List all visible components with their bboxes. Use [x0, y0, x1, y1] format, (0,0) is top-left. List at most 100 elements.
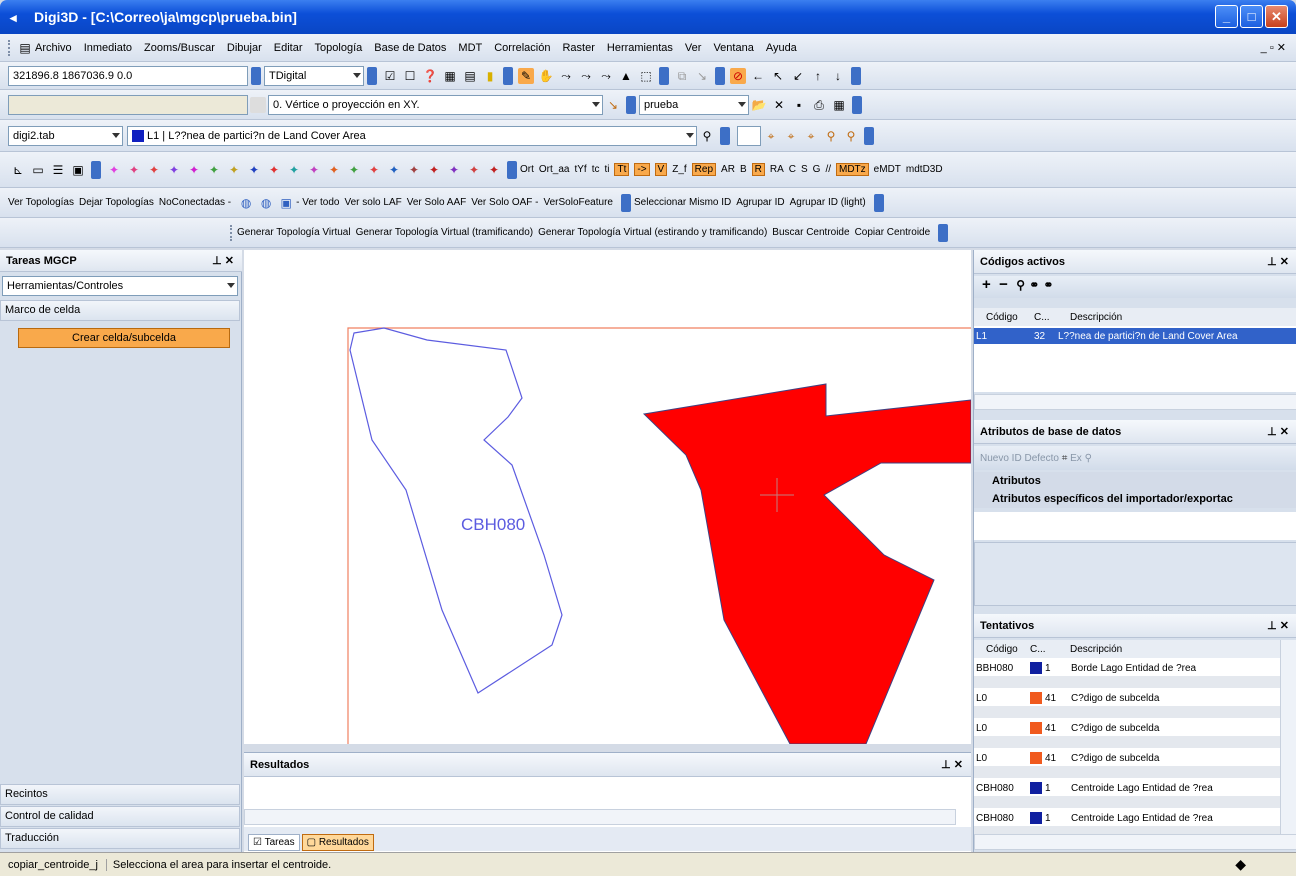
- menu-item-3[interactable]: Dibujar: [227, 42, 262, 54]
- cancel-icon[interactable]: ⊘: [730, 67, 746, 84]
- tentativos-pin-close-icon[interactable]: ⊥ ✕: [1267, 619, 1289, 632]
- arrow-up-icon[interactable]: ↑: [810, 68, 826, 84]
- tb6-button-2[interactable]: Generar Topología Virtual (estirando y t…: [538, 227, 767, 238]
- defecto-button[interactable]: Defecto: [1024, 453, 1058, 464]
- print-icon[interactable]: ⎙: [811, 97, 827, 113]
- table-select[interactable]: digi2.tab: [8, 125, 123, 146]
- close-button[interactable]: ✕: [1265, 5, 1288, 28]
- globe-icon[interactable]: ◍: [238, 195, 254, 211]
- tool-b-icon[interactable]: ⌖: [783, 128, 799, 144]
- tb4-button-17[interactable]: //: [825, 164, 831, 175]
- ex-button[interactable]: Ex: [1070, 453, 1082, 464]
- status-field[interactable]: [8, 94, 248, 115]
- map-svg[interactable]: CBH080: [244, 250, 971, 744]
- globe2-icon[interactable]: ◍: [258, 195, 274, 211]
- drawing-canvas[interactable]: CBH080: [244, 250, 971, 744]
- tb5-button-0[interactable]: Ver Topologías: [8, 197, 74, 208]
- edit-tool-icon-8[interactable]: ✦: [266, 162, 282, 178]
- section-marco-celda[interactable]: Marco de celda: [0, 300, 240, 321]
- properties-icon[interactable]: ▦: [442, 68, 458, 84]
- tb5-button-2[interactable]: NoConectadas -: [159, 197, 231, 208]
- tb5-button-9[interactable]: Agrupar ID: [736, 197, 784, 208]
- terrain-icon[interactable]: ▲: [618, 68, 634, 84]
- tb4-button-12[interactable]: R: [751, 163, 765, 176]
- tb4-button-5[interactable]: Tt: [614, 163, 630, 176]
- tb4-button-7[interactable]: V: [654, 163, 668, 176]
- line-tool-icon[interactable]: ↘: [694, 68, 710, 84]
- menu-item-7[interactable]: MDT: [458, 42, 482, 54]
- tentativo-row[interactable]: CBH080 1 Centroide Lago Entidad de ?rea: [974, 810, 1280, 826]
- menu-item-0[interactable]: Archivo: [35, 42, 72, 54]
- tentativo-row[interactable]: L0 41 C?digo de subcelda: [974, 690, 1280, 706]
- axis-icon[interactable]: ⊾: [10, 162, 26, 178]
- menu-item-13[interactable]: Ayuda: [766, 42, 797, 54]
- tool-a-icon[interactable]: ⌖: [763, 128, 779, 144]
- arrow-upleft-icon[interactable]: ↖: [770, 68, 786, 84]
- tentativos-hscroll[interactable]: [974, 834, 1296, 850]
- snap-arrow-icon[interactable]: ↘: [605, 97, 621, 113]
- section-control-calidad[interactable]: Control de calidad: [0, 806, 240, 827]
- tb4-button-14[interactable]: C: [789, 164, 796, 175]
- edit-tool-icon-0[interactable]: ✦: [106, 162, 122, 178]
- menu-item-1[interactable]: Inmediato: [84, 42, 132, 54]
- atributos-pin-close-icon[interactable]: ⊥ ✕: [1267, 425, 1289, 438]
- window-icon[interactable]: ▭: [30, 162, 46, 178]
- small-input[interactable]: [737, 125, 761, 146]
- snap-c-icon[interactable]: ⤳: [598, 68, 614, 84]
- menu-item-11[interactable]: Ver: [685, 42, 702, 54]
- menu-item-10[interactable]: Herramientas: [607, 42, 673, 54]
- file-select[interactable]: prueba: [639, 94, 749, 115]
- tb4-button-6[interactable]: ->: [634, 163, 650, 176]
- tb5-button-4[interactable]: Ver solo LAF: [344, 197, 401, 208]
- minimize-button[interactable]: _: [1215, 5, 1238, 28]
- open-folder-icon[interactable]: 📂: [751, 97, 767, 113]
- red-area-polygon[interactable]: [642, 383, 971, 744]
- atributos-especificos-row[interactable]: Atributos específicos del importador/exp…: [974, 490, 1296, 508]
- list-icon[interactable]: ☰: [50, 162, 66, 178]
- tab-tareas[interactable]: ☑ Tareas: [248, 834, 300, 851]
- edit-tool-icon-10[interactable]: ✦: [306, 162, 322, 178]
- edit-tool-icon-18[interactable]: ✦: [466, 162, 482, 178]
- binoculars-icon[interactable]: ⚲: [699, 128, 715, 144]
- codigos-pin-close-icon[interactable]: ⊥ ✕: [1267, 255, 1289, 268]
- find-icon[interactable]: ⚲: [1016, 278, 1025, 292]
- tb6-button-1[interactable]: Generar Topología Virtual (tramificando): [356, 227, 534, 238]
- edit-tool-icon-17[interactable]: ✦: [446, 162, 462, 178]
- codigo-row[interactable]: L1 32 L??nea de partici?n de Land Cover …: [974, 328, 1296, 344]
- codigos-hscroll[interactable]: [974, 394, 1296, 410]
- pin-close-icon[interactable]: ⊥ ✕: [212, 254, 234, 267]
- edit-tool-icon-2[interactable]: ✦: [146, 162, 162, 178]
- tb6-button-4[interactable]: Copiar Centroide: [855, 227, 931, 238]
- tb4-button-8[interactable]: Z_f: [672, 164, 686, 175]
- zoom-window-icon[interactable]: ⬚: [638, 68, 654, 84]
- square-icon[interactable]: ☐: [402, 68, 418, 84]
- edit-tool-icon-12[interactable]: ✦: [346, 162, 362, 178]
- snap-mode-select[interactable]: 0. Vértice o proyección en XY.: [268, 94, 603, 115]
- edit-tool-icon-19[interactable]: ✦: [486, 162, 502, 178]
- bar-icon[interactable]: ▮: [482, 68, 498, 84]
- edit-tool-icon-1[interactable]: ✦: [126, 162, 142, 178]
- save-icon[interactable]: ▪: [791, 97, 807, 113]
- tb4-button-11[interactable]: B: [740, 164, 747, 175]
- menu-item-2[interactable]: Zooms/Buscar: [144, 42, 215, 54]
- tb4-button-10[interactable]: AR: [721, 164, 735, 175]
- search-icon[interactable]: ⚲: [1085, 453, 1092, 464]
- grid-icon[interactable]: ▤: [462, 68, 478, 84]
- unlink-icon[interactable]: ⚭: [1043, 278, 1053, 292]
- coords-field[interactable]: 321896.8 1867036.9 0.0: [8, 65, 248, 86]
- tb4-button-2[interactable]: tYf: [574, 164, 586, 175]
- edit-tool-icon-14[interactable]: ✦: [386, 162, 402, 178]
- results-hscroll[interactable]: [244, 809, 956, 825]
- menu-item-4[interactable]: Editar: [274, 42, 303, 54]
- tentativo-row[interactable]: CBH080 1 Centroide Lago Entidad de ?rea: [974, 780, 1280, 796]
- edit-tool-icon-13[interactable]: ✦: [366, 162, 382, 178]
- tb5-button-8[interactable]: Seleccionar Mismo ID: [634, 197, 731, 208]
- tentativo-row[interactable]: BBH080 1 Borde Lago Entidad de ?rea: [974, 660, 1280, 676]
- edit-tool-icon-3[interactable]: ✦: [166, 162, 182, 178]
- tool-d-icon[interactable]: ⚲: [823, 128, 839, 144]
- hand-icon[interactable]: ✋: [538, 68, 554, 84]
- arrow-down-icon[interactable]: ↓: [830, 68, 846, 84]
- edit-tool-icon-11[interactable]: ✦: [326, 162, 342, 178]
- tb4-button-1[interactable]: Ort_aa: [539, 164, 570, 175]
- tb6-button-3[interactable]: Buscar Centroide: [772, 227, 849, 238]
